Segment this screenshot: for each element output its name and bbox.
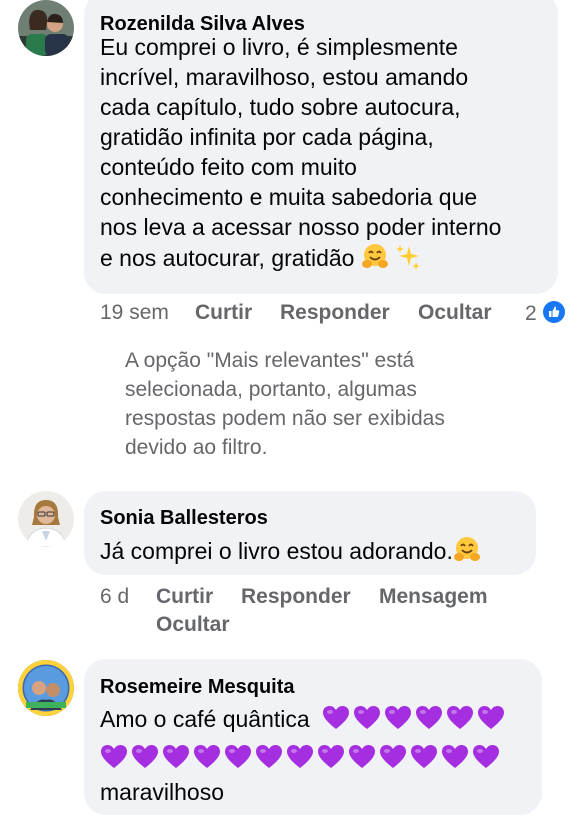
reply-action[interactable]: Responder xyxy=(241,585,351,609)
purple-heart-emoji xyxy=(287,745,313,768)
comment-meta: 6 d Curtir Responder Mensagem Ocultar xyxy=(100,585,570,645)
purple-heart-emoji xyxy=(101,745,127,768)
comment-time[interactable]: 19 sem xyxy=(100,301,169,324)
comment-author[interactable]: Rosemeire Mesquita xyxy=(100,675,295,699)
hugging-face-emoji xyxy=(361,244,388,268)
purple-heart-emoji xyxy=(256,745,282,768)
sparkles-emoji xyxy=(396,245,421,270)
comment-text-line: cada capítulo, tudo sobre autocura, xyxy=(100,94,461,120)
hide-action[interactable]: Ocultar xyxy=(156,613,230,637)
comment-text-line-last: e nos autocurar, gratidão xyxy=(100,242,550,273)
comment-text-line: maravilhoso xyxy=(100,779,224,805)
message-action[interactable]: Mensagem xyxy=(379,585,488,609)
purple-heart-emoji xyxy=(411,745,437,768)
comment-time[interactable]: 6 d xyxy=(100,585,129,608)
like-action[interactable]: Curtir xyxy=(156,585,213,609)
comment-text-line: Eu comprei o livro, é simplesmente xyxy=(100,34,458,60)
purple-heart-emoji xyxy=(163,745,189,768)
comment-text-line: gratidão infinita por cada página, xyxy=(100,124,434,150)
comment-bubble[interactable]: Sonia Ballesteros Já comprei o livro est… xyxy=(84,491,536,575)
avatar[interactable] xyxy=(18,491,74,547)
comment-text-line: e nos autocurar, gratidão xyxy=(100,245,355,271)
purple-heart-emoji xyxy=(132,745,158,768)
like-action[interactable]: Curtir xyxy=(195,301,252,325)
purple-heart-emoji xyxy=(442,745,468,768)
avatar-photo xyxy=(18,0,74,56)
comment-text-line: conteúdo feito com muito xyxy=(100,154,357,180)
like-icon xyxy=(542,301,565,323)
purple-heart-emoji xyxy=(478,706,505,729)
avatar[interactable] xyxy=(18,0,74,56)
avatar-photo xyxy=(18,660,74,716)
purple-heart-emoji xyxy=(323,706,350,729)
avatar[interactable] xyxy=(18,660,74,716)
purple-heart-emoji xyxy=(318,745,344,768)
purple-hearts-row xyxy=(100,745,503,771)
filter-notice-line: A opção "Mais relevantes" está xyxy=(125,349,415,372)
comment-text: Já comprei o livro estou adorando. xyxy=(100,535,481,566)
purple-heart-emoji xyxy=(385,706,412,729)
purple-heart-emoji xyxy=(416,706,443,729)
comment-bubble[interactable]: Rozenilda Silva Alves Eu comprei o livro… xyxy=(84,0,558,294)
comment-text-line: Amo o café quântica xyxy=(100,704,508,734)
filter-notice-line: devido ao filtro. xyxy=(125,436,268,459)
purple-heart-emoji xyxy=(349,745,375,768)
comment-text-content: Amo o café quântica xyxy=(100,706,310,732)
purple-hearts-line xyxy=(100,743,503,773)
filter-notice: A opção "Mais relevantes" está seleciona… xyxy=(125,346,545,462)
comment-text-line: nos leva a acessar nosso poder interno xyxy=(100,214,502,240)
filter-notice-line: respostas podem não ser exibidas xyxy=(125,407,445,430)
purple-heart-emoji xyxy=(354,706,381,729)
purple-heart-emoji xyxy=(473,745,499,768)
purple-heart-emoji xyxy=(380,745,406,768)
comment-text-line: conhecimento e muita sabedoria que xyxy=(100,184,478,210)
reaction-count-number: 2 xyxy=(525,302,537,325)
comment-author[interactable]: Sonia Ballesteros xyxy=(100,506,268,530)
comment-meta: 19 sem Curtir Responder Ocultar 2 xyxy=(100,301,570,325)
comment-text-line: incrível, maravilhoso, estou amando xyxy=(100,64,469,90)
purple-heart-emoji xyxy=(194,745,220,768)
comment-text-content: Já comprei o livro estou adorando. xyxy=(100,538,453,564)
comment-bubble[interactable]: Rosemeire Mesquita Amo o café quântica m… xyxy=(84,659,542,815)
reply-action[interactable]: Responder xyxy=(280,301,390,325)
purple-hearts-row xyxy=(322,706,508,732)
avatar-photo xyxy=(18,491,74,547)
hugging-face-emoji xyxy=(453,537,480,561)
purple-heart-emoji xyxy=(447,706,474,729)
reaction-count[interactable]: 2 xyxy=(525,301,565,326)
hide-action[interactable]: Ocultar xyxy=(418,301,492,325)
filter-notice-line: selecionada, portanto, algumas xyxy=(125,378,417,401)
purple-heart-emoji xyxy=(225,745,251,768)
